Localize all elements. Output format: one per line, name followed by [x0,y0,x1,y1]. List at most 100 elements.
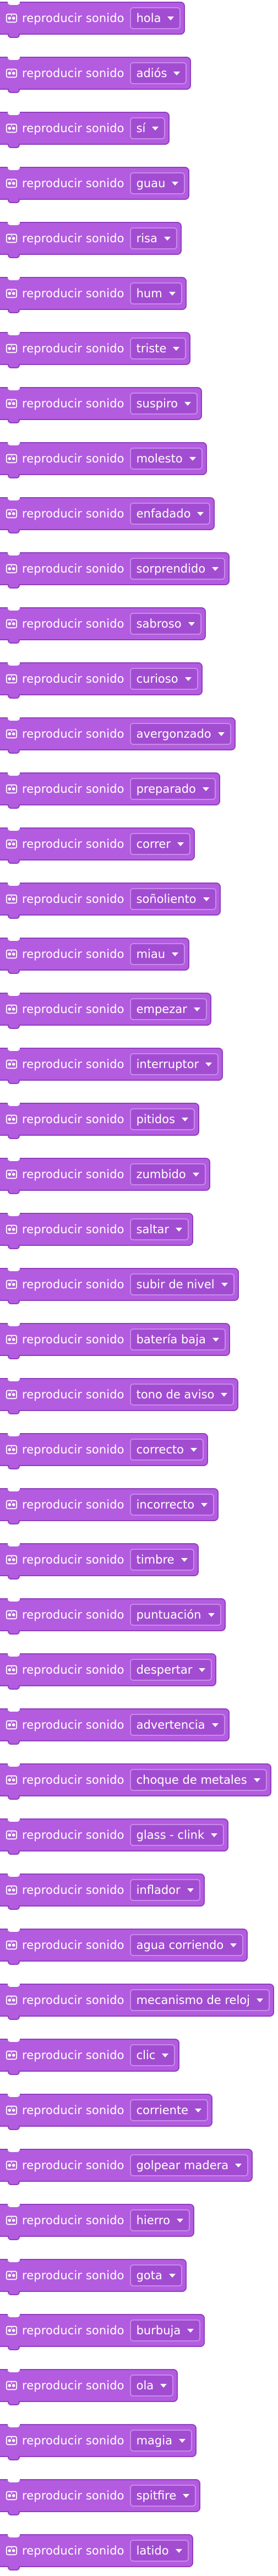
play-sound-block[interactable]: reproducir sonido correr [0,827,195,864]
chevron-down-icon[interactable] [211,1723,219,1727]
sound-dropdown[interactable]: gota [129,2264,182,2286]
chevron-down-icon[interactable] [177,842,184,846]
sound-dropdown[interactable]: preparado [129,778,216,800]
play-sound-block[interactable]: reproducir sonido enfadado [0,497,215,533]
sound-dropdown[interactable]: puntuación [129,1604,221,1626]
chevron-down-icon[interactable] [195,2108,202,2112]
play-sound-block[interactable]: reproducir sonido empezar [0,993,211,1029]
chevron-down-icon[interactable] [178,2438,186,2443]
sound-dropdown[interactable]: adiós [129,62,187,84]
sound-dropdown[interactable]: clic [129,2044,176,2066]
chevron-down-icon[interactable] [172,952,179,956]
chevron-down-icon[interactable] [221,1282,228,1287]
sound-dropdown[interactable]: enfadado [129,503,211,525]
sound-dropdown[interactable]: tono de aviso [129,1384,235,1406]
sound-dropdown[interactable]: batería baja [129,1328,226,1350]
chevron-down-icon[interactable] [175,2548,182,2553]
play-sound-block[interactable]: reproducir sonido gota [0,2259,187,2295]
chevron-down-icon[interactable] [181,1557,188,1562]
play-sound-block[interactable]: reproducir sonido advertencia [0,1708,230,1745]
sound-dropdown[interactable]: subir de nivel [129,1273,235,1295]
sound-dropdown[interactable]: suspiro [129,393,198,415]
chevron-down-icon[interactable] [189,456,196,461]
sound-dropdown[interactable]: zumbido [129,1163,206,1185]
sound-dropdown[interactable]: burbuja [129,2319,201,2341]
chevron-down-icon[interactable] [212,567,219,571]
chevron-down-icon[interactable] [205,1062,212,1066]
sound-dropdown[interactable]: choque de metales [129,1769,267,1791]
chevron-down-icon[interactable] [203,897,210,901]
play-sound-block[interactable]: reproducir sonido suspiro [0,387,202,423]
play-sound-block[interactable]: reproducir sonido mecanismo de reloj [0,1984,274,2020]
play-sound-block[interactable]: reproducir sonido molesto [0,442,207,478]
play-sound-block[interactable]: reproducir sonido zumbido [0,1158,210,1194]
chevron-down-icon[interactable] [211,1833,218,1837]
play-sound-block[interactable]: reproducir sonido subir de nivel [0,1268,239,1304]
play-sound-block[interactable]: reproducir sonido golpear madera [0,2149,253,2185]
chevron-down-icon[interactable] [160,2383,167,2388]
sound-dropdown[interactable]: correcto [129,1439,204,1461]
chevron-down-icon[interactable] [193,1007,200,1011]
sound-dropdown[interactable]: soñoliento [129,888,216,910]
play-sound-block[interactable]: reproducir sonido spitfire [0,2479,201,2515]
play-sound-block[interactable]: reproducir sonido incorrecto [0,1488,219,1524]
play-sound-block[interactable]: reproducir sonido timbre [0,1543,199,1580]
play-sound-block[interactable]: reproducir sonido interruptor [0,1048,224,1084]
chevron-down-icon[interactable] [217,732,225,736]
sound-dropdown[interactable]: saltar [129,1218,189,1240]
chevron-down-icon[interactable] [201,1502,208,1507]
chevron-down-icon[interactable] [152,126,159,130]
chevron-down-icon[interactable] [202,787,209,791]
sound-dropdown[interactable]: mecanismo de reloj [129,1989,270,2011]
chevron-down-icon[interactable] [181,1117,188,1121]
sound-dropdown[interactable]: correr [129,833,190,855]
sound-dropdown[interactable]: interruptor [129,1053,219,1075]
chevron-down-icon[interactable] [230,1943,237,1947]
play-sound-block[interactable]: reproducir sonido burbuja [0,2314,205,2350]
chevron-down-icon[interactable] [188,622,195,626]
chevron-down-icon[interactable] [175,1227,182,1232]
play-sound-block[interactable]: reproducir sonido correcto [0,1433,208,1469]
chevron-down-icon[interactable] [199,1668,206,1672]
sound-dropdown[interactable]: guau [129,172,186,194]
play-sound-block[interactable]: reproducir sonido hola [0,2,186,38]
play-sound-block[interactable]: reproducir sonido magia [0,2424,197,2460]
chevron-down-icon[interactable] [162,2053,169,2057]
sound-dropdown[interactable]: hierro [129,2209,190,2231]
chevron-down-icon[interactable] [173,71,181,75]
play-sound-block[interactable]: reproducir sonido hierro [0,2204,194,2240]
sound-dropdown[interactable]: molesto [129,448,203,470]
play-sound-block[interactable]: reproducir sonido pitidos [0,1103,199,1139]
play-sound-block[interactable]: reproducir sonido curioso [0,662,203,699]
sound-dropdown[interactable]: despertar [129,1659,212,1681]
sound-dropdown[interactable]: hum [129,282,182,304]
chevron-down-icon[interactable] [173,346,180,351]
play-sound-block[interactable]: reproducir sonido saltar [0,1213,193,1249]
sound-dropdown[interactable]: corriente [129,2099,209,2121]
play-sound-block[interactable]: reproducir sonido guau [0,167,190,203]
chevron-down-icon[interactable] [190,1447,197,1452]
sound-dropdown[interactable]: pitidos [129,1108,195,1130]
sound-dropdown[interactable]: timbre [129,1549,194,1571]
sound-dropdown[interactable]: ola [129,2375,174,2397]
sound-dropdown[interactable]: empezar [129,998,207,1020]
play-sound-block[interactable]: reproducir sonido glass - clink [0,1818,229,1855]
sound-dropdown[interactable]: hola [129,7,181,29]
sound-dropdown[interactable]: sorprendido [129,558,226,580]
play-sound-block[interactable]: reproducir sonido batería baja [0,1323,230,1359]
chevron-down-icon[interactable] [253,1778,260,1782]
sound-dropdown[interactable]: incorrecto [129,1494,215,1516]
sound-dropdown[interactable]: agua corriendo [129,1934,244,1956]
play-sound-block[interactable]: reproducir sonido puntuación [0,1598,226,1635]
chevron-down-icon[interactable] [208,1613,215,1617]
chevron-down-icon[interactable] [192,1172,199,1177]
sound-dropdown[interactable]: golpear madera [129,2154,249,2176]
chevron-down-icon[interactable] [167,16,175,20]
sound-dropdown[interactable]: miau [129,943,186,965]
chevron-down-icon[interactable] [212,1337,219,1342]
chevron-down-icon[interactable] [187,1888,194,1892]
chevron-down-icon[interactable] [235,2163,242,2167]
sound-dropdown[interactable]: sí [129,117,166,139]
chevron-down-icon[interactable] [176,2218,183,2223]
play-sound-block[interactable]: reproducir sonido despertar [0,1653,217,1690]
